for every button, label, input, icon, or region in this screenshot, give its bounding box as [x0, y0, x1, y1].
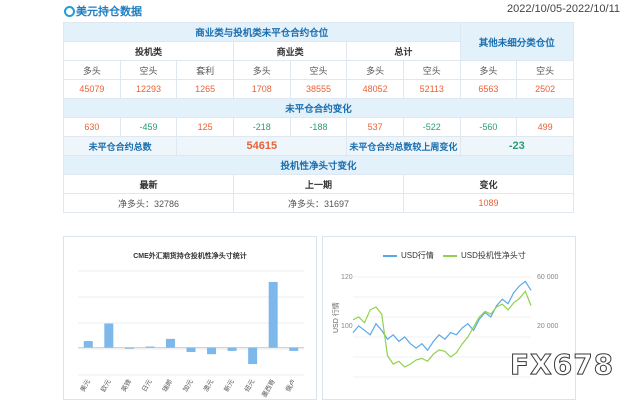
change-row: 630 -459 125 -218 -188 537 -522 -560 499: [63, 117, 574, 137]
position-value: 52113: [402, 79, 461, 99]
page-header: 美元持仓数据 2022/10/05-2022/10/11: [0, 0, 640, 22]
bar-category-label: 澳元: [201, 377, 216, 393]
col-label: 空头: [402, 60, 461, 80]
bar-mark: [248, 347, 258, 365]
comm-title: 商业类: [232, 41, 348, 61]
position-value: 45079: [63, 79, 121, 99]
position-value: 38555: [289, 79, 348, 99]
bar-category-label: 美元: [78, 377, 93, 393]
bar-mark: [207, 347, 217, 355]
oi-total-label: 未平仓合约总数: [62, 136, 178, 156]
position-value: 1265: [176, 79, 234, 99]
bar-category-label: 加元: [180, 377, 195, 393]
col-label: 多头: [346, 60, 404, 80]
oi-change-label: 未平仓合约总数较上周变化: [346, 136, 461, 156]
oi-change-value: -23: [459, 136, 575, 156]
net-latest-text: 净多头：32786: [117, 198, 179, 209]
total-title: 总计: [346, 41, 461, 61]
change-value: -188: [289, 117, 348, 137]
net-col-latest: 最新: [63, 174, 234, 194]
bar-category-label: 欧元: [98, 377, 113, 393]
change-title: 未平仓合约变化: [63, 98, 574, 118]
col-label-row: 多头 空头 套利 多头 空头 多头 空头 多头 空头: [63, 60, 574, 80]
change-value: 630: [63, 117, 121, 137]
bar-mark: [227, 347, 237, 351]
change-value: -459: [119, 117, 178, 137]
bar-chart-panel: CME外汇期货持仓投机性净头寸统计 美元 欧元 英镑 日元 瑞郎 加元 澳元 新元 纽元 墨西哥俄…: [63, 236, 317, 400]
bar-mark: [104, 323, 114, 348]
circle-icon: [64, 6, 75, 17]
bar-category-label: 墨西哥: [260, 378, 277, 399]
bar-category-label: 新元: [222, 377, 237, 393]
value-row: 45079 12293 1265 1708 38555 48052 52113 …: [63, 79, 574, 99]
bar-mark: [165, 338, 175, 348]
change-value: 499: [516, 117, 574, 137]
group-title: 商业类与投机类未平仓合约仓位: [63, 22, 461, 42]
col-label: 套利: [176, 60, 234, 80]
net-change-value: 1089: [402, 193, 575, 213]
watermark-logo: FX678: [509, 348, 615, 382]
page-title: 美元持仓数据: [76, 6, 142, 18]
change-value: -522: [402, 117, 461, 137]
net-previous-value: 净多头：31697: [232, 193, 404, 213]
spec-title: 投机类: [63, 41, 234, 61]
position-value: 1708: [232, 79, 291, 99]
position-value: 2502: [516, 79, 574, 99]
bar-mark: [83, 341, 93, 348]
bar-category-label: 俄卢: [283, 377, 298, 393]
position-value: 12293: [119, 79, 178, 99]
col-label: 多头: [63, 60, 121, 80]
change-value: 537: [346, 117, 404, 137]
col-label: 空头: [119, 60, 178, 80]
other-title: 其他未细分类仓位: [459, 22, 575, 61]
usd-net-position-line: [352, 290, 532, 368]
bar-category-label: 英镑: [119, 377, 134, 393]
bar-mark: [124, 347, 134, 349]
position-value: 6563: [459, 79, 518, 99]
change-value: -560: [459, 117, 518, 137]
col-label: 空头: [289, 60, 348, 80]
bar-mark: [268, 281, 278, 348]
bar-category-label: 日元: [140, 378, 154, 394]
position-table: 商业类与投机类未平仓合约仓位 其他未细分类仓位 投机类 商业类 总计 多头 空头…: [62, 22, 575, 213]
bar-mark: [289, 347, 299, 351]
col-label: 多头: [232, 60, 291, 80]
change-value: 125: [176, 117, 234, 137]
net-latest-value: 净多头：32786: [63, 193, 234, 213]
net-previous-text: 净多头：31697: [287, 198, 349, 209]
col-label: 多头: [459, 60, 518, 80]
date-range: 2022/10/05-2022/10/11: [507, 3, 620, 15]
bar-category-label: 瑞郎: [160, 377, 175, 393]
position-value: 48052: [346, 79, 404, 99]
oi-total-value: 54615: [176, 136, 348, 156]
usd-price-line: [352, 280, 532, 352]
bar-mark: [145, 346, 155, 348]
change-value: -218: [232, 117, 291, 137]
net-title: 投机性净头寸变化: [63, 155, 574, 175]
col-label: 空头: [516, 60, 574, 80]
bar-chart: 美元 欧元 英镑 日元 瑞郎 加元 澳元 新元 纽元 墨西哥 俄卢: [78, 270, 304, 399]
net-col-change: 变化: [402, 174, 575, 194]
bar-category-label: 纽元: [242, 377, 257, 393]
net-col-previous: 上一期: [232, 174, 404, 194]
bar-mark: [186, 347, 196, 353]
